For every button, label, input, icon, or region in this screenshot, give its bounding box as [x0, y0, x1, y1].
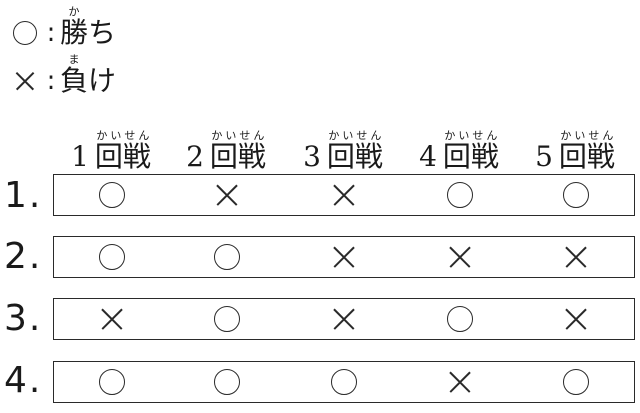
circle-icon [8, 18, 42, 48]
result-row-1 [53, 174, 635, 216]
legend-win-rest: ち [88, 16, 117, 49]
round-header-4: 4 回戦かいせん [399, 129, 519, 172]
round-header-3: 3 回戦かいせん [283, 129, 403, 172]
result-cell [92, 175, 132, 215]
circle-icon [214, 244, 240, 270]
cross-icon [333, 308, 355, 330]
cross-icon [101, 308, 123, 330]
round-word: 回戦かいせん [94, 129, 151, 173]
result-cell [92, 362, 132, 402]
cross-icon [449, 371, 471, 393]
row-label-1: 1. [4, 175, 43, 216]
circle-icon [99, 244, 125, 270]
round-ruby: かいせん [326, 129, 383, 142]
legend-colon: : [46, 18, 56, 48]
result-cell [324, 362, 364, 402]
round-word: 回戦かいせん [209, 129, 266, 173]
result-cell [324, 237, 364, 277]
cross-icon [333, 184, 355, 206]
circle-icon [447, 182, 473, 208]
result-cell [207, 175, 247, 215]
result-row-3 [53, 298, 635, 340]
result-cell [440, 237, 480, 277]
cross-icon [565, 246, 587, 268]
result-cell [556, 175, 596, 215]
result-cell [324, 299, 364, 339]
cross-icon [449, 246, 471, 268]
round-number: 1 [71, 140, 89, 173]
round-header-2: 2 回戦かいせん [166, 129, 286, 172]
round-ruby: かいせん [558, 129, 615, 142]
round-number: 3 [303, 140, 321, 173]
legend-win: : 勝か ち [8, 5, 117, 49]
legend-lose-kanji: 負ま [60, 53, 89, 97]
round-ruby: かいせん [442, 129, 499, 142]
legend-win-ruby: か [60, 5, 88, 18]
legend-colon: : [46, 66, 56, 96]
round-header-5: 5 回戦かいせん [515, 129, 635, 172]
circle-icon [563, 369, 589, 395]
circle-icon [447, 306, 473, 332]
result-cell [440, 362, 480, 402]
result-cell [556, 362, 596, 402]
cross-icon [565, 308, 587, 330]
result-cell [556, 237, 596, 277]
result-cell [207, 299, 247, 339]
result-cell [440, 299, 480, 339]
circle-icon [99, 182, 125, 208]
round-word: 回戦かいせん [558, 129, 615, 173]
circle-icon [214, 306, 240, 332]
cross-icon [8, 66, 42, 96]
row-label-3: 3. [4, 298, 43, 339]
result-row-4 [53, 361, 635, 403]
result-cell [92, 237, 132, 277]
round-number: 2 [186, 140, 204, 173]
circle-icon [99, 369, 125, 395]
legend-lose-ruby: ま [60, 53, 88, 66]
round-ruby: かいせん [94, 129, 151, 142]
round-number: 5 [535, 140, 553, 173]
result-cell [207, 362, 247, 402]
cross-icon [216, 184, 238, 206]
result-cell [440, 175, 480, 215]
legend-lose-symbol [15, 71, 35, 91]
round-number: 4 [419, 140, 437, 173]
round-word: 回戦かいせん [326, 129, 383, 173]
round-headers: 1 回戦かいせん 2 回戦かいせん 3 回戦かいせん 4 回戦かいせん 5 回戦… [0, 118, 640, 172]
result-cell [556, 299, 596, 339]
circle-icon [214, 369, 240, 395]
legend-lose: : 負ま け [8, 53, 117, 97]
legend-win-kanji: 勝か [60, 5, 89, 49]
legend-win-symbol [13, 21, 37, 45]
result-cell [92, 299, 132, 339]
row-label-4: 4. [4, 360, 43, 401]
round-word: 回戦かいせん [442, 129, 499, 173]
legend-lose-rest: け [88, 64, 117, 97]
round-ruby: かいせん [209, 129, 266, 142]
round-header-1: 1 回戦かいせん [51, 129, 171, 172]
result-row-2 [53, 236, 635, 278]
circle-icon [331, 369, 357, 395]
result-cell [207, 237, 247, 277]
result-cell [324, 175, 364, 215]
circle-icon [563, 182, 589, 208]
cross-icon [333, 246, 355, 268]
row-label-2: 2. [4, 236, 43, 277]
